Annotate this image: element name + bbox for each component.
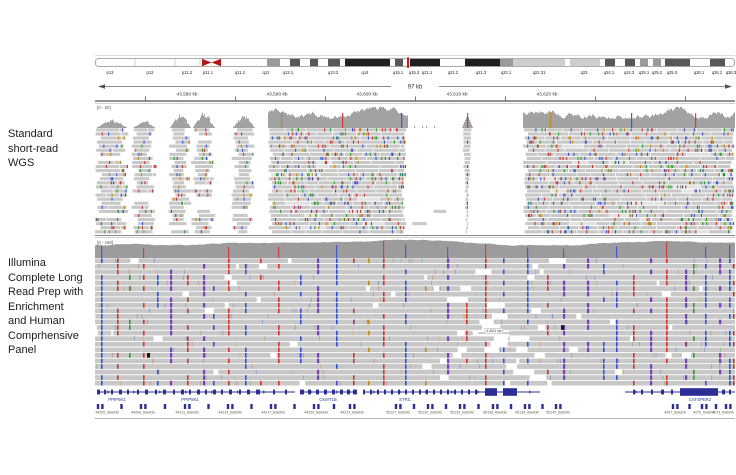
svg-text:44211_BatchB: 44211_BatchB <box>175 411 199 415</box>
svg-text:p12: p12 <box>147 70 155 75</box>
svg-text:q13.1: q13.1 <box>283 70 294 75</box>
svg-text:4273_BatchA: 4273_BatchA <box>712 411 734 415</box>
lrs-coverage-range-label: [0 - 150] <box>97 240 113 245</box>
svg-text:q26.1: q26.1 <box>694 70 705 75</box>
svg-text:44223_BatchB: 44223_BatchB <box>340 411 364 415</box>
wgs-coverage-range-label: [0 - 60] <box>97 105 111 110</box>
current-view-marker <box>407 57 409 67</box>
chromosome-ideogram[interactable] <box>95 57 735 69</box>
svg-text:PPIP5K1: PPIP5K1 <box>108 397 126 402</box>
lrs-read-pileup-area: 1,841 bp <box>95 258 735 386</box>
svg-text:q12: q12 <box>263 70 271 75</box>
svg-text:q23: q23 <box>581 70 589 75</box>
svg-text:65133_BatchB: 65133_BatchB <box>450 411 474 415</box>
svg-text:PPIP5K1: PPIP5K1 <box>181 397 199 402</box>
svg-text:q14: q14 <box>362 70 370 75</box>
svg-text:65130_BatchB: 65130_BatchB <box>418 411 442 415</box>
svg-text:44208_BatchB: 44208_BatchB <box>131 411 155 415</box>
svg-text:p11.1: p11.1 <box>203 70 214 75</box>
svg-text:STRC: STRC <box>399 397 411 402</box>
svg-text:q26.2: q26.2 <box>712 70 723 75</box>
svg-text:65136_BatchB: 65136_BatchB <box>483 411 507 415</box>
igv-browser-panel: p13 p12 p11.2 p11.1 q11.2 q12 q13.1 q13.3 q14 q15… <box>95 55 735 422</box>
svg-text:CKMT1B: CKMT1B <box>319 397 337 402</box>
svg-text:q25.3: q25.3 <box>667 70 678 75</box>
svg-text:65139_BatchB: 65139_BatchB <box>515 411 539 415</box>
ruler-span-indicator: 97 kb <box>95 83 735 90</box>
svg-text:65127_BatchB: 65127_BatchB <box>386 411 410 415</box>
panel-bottom-border <box>95 418 735 419</box>
svg-text:q24.3: q24.3 <box>624 70 635 75</box>
svg-text:q15.3: q15.3 <box>409 70 420 75</box>
lrs-read-pileup[interactable] <box>95 258 735 386</box>
svg-text:44220_BatchB: 44220_BatchB <box>304 411 328 415</box>
svg-text:q25.1: q25.1 <box>639 70 650 75</box>
svg-text:q21.1: q21.1 <box>422 70 433 75</box>
svg-text:p11.2: p11.2 <box>182 70 193 75</box>
svg-text:q22.31: q22.31 <box>533 70 546 75</box>
svg-text:q21.2: q21.2 <box>448 70 459 75</box>
ruler-left-arrow-icon <box>98 84 105 89</box>
gene-name-labels: PPIP5K1 PPIP5K1 CKMT1B STRC CATSPER2 <box>95 396 735 403</box>
svg-text:CATSPER2: CATSPER2 <box>689 397 712 402</box>
svg-text:4267_BatchA: 4267_BatchA <box>664 411 686 415</box>
svg-text:44205_BatchB: 44205_BatchB <box>95 411 119 415</box>
ruler-right-arrow-icon <box>725 84 732 89</box>
svg-text:q24.1: q24.1 <box>604 70 615 75</box>
svg-text:q26.3: q26.3 <box>726 70 736 75</box>
svg-text:q13.3: q13.3 <box>328 70 339 75</box>
wgs-coverage-histogram[interactable] <box>95 104 735 128</box>
lrs-coverage-histogram[interactable] <box>95 238 735 258</box>
track-group-label-wgs: Standard short-read WGS <box>8 127 96 171</box>
wgs-read-pileup[interactable] <box>95 128 735 234</box>
ideogram-band-labels: p13 p12 p11.2 p11.1 q11.2 q12 q13.1 q13.3 q14 q15… <box>95 69 735 77</box>
probe-name-labels: 44205_BatchB 44208_BatchB 44211_BatchB 4421… <box>95 409 735 416</box>
track-group-label-long-read: Illumina Complete Long Read Prep with En… <box>8 256 98 358</box>
svg-text:q21.3: q21.3 <box>476 70 487 75</box>
screenshot: Standard short-read WGS Illumina Complet… <box>0 0 736 475</box>
svg-text:44214_BatchB: 44214_BatchB <box>218 411 242 415</box>
svg-text:p13: p13 <box>107 70 115 75</box>
deletion-size-label: 1,841 bp <box>484 328 503 334</box>
svg-text:q11.2: q11.2 <box>235 70 246 75</box>
svg-text:q25.2: q25.2 <box>652 70 663 75</box>
svg-text:q22.1: q22.1 <box>501 70 512 75</box>
svg-text:44217_BatchB: 44217_BatchB <box>261 411 285 415</box>
svg-text:q15.1: q15.1 <box>393 70 404 75</box>
svg-text:65142_BatchB: 65142_BatchB <box>546 411 570 415</box>
